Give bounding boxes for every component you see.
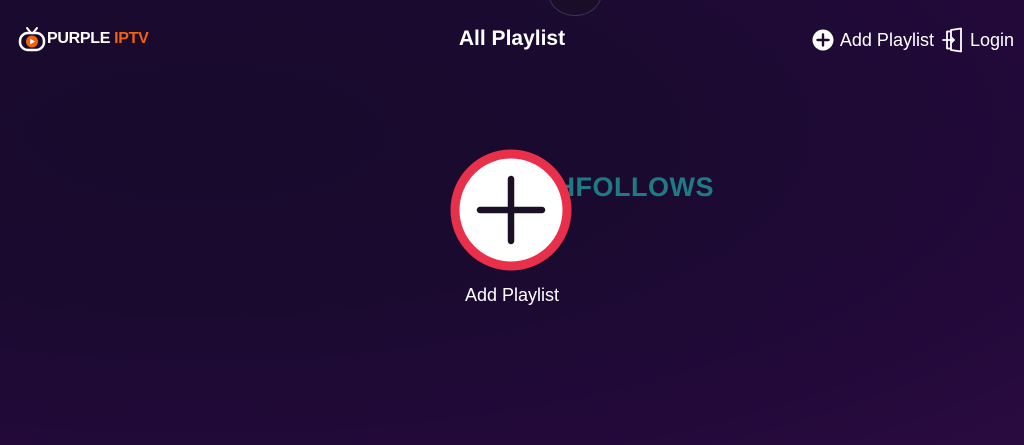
login-label: Login <box>969 29 1014 50</box>
login-button[interactable]: Login <box>942 27 1014 53</box>
header-actions: Add Playlist Login <box>812 24 1014 56</box>
plus-icon <box>450 149 572 271</box>
door-enter-icon <box>942 27 962 53</box>
add-playlist-caption: Add Playlist <box>464 285 560 305</box>
plus-circle-icon <box>812 29 834 51</box>
add-playlist-button[interactable] <box>449 148 573 272</box>
top-handle <box>548 0 602 16</box>
header-add-playlist-label: Add Playlist <box>839 29 934 50</box>
header-add-playlist-button[interactable]: Add Playlist <box>812 29 934 51</box>
